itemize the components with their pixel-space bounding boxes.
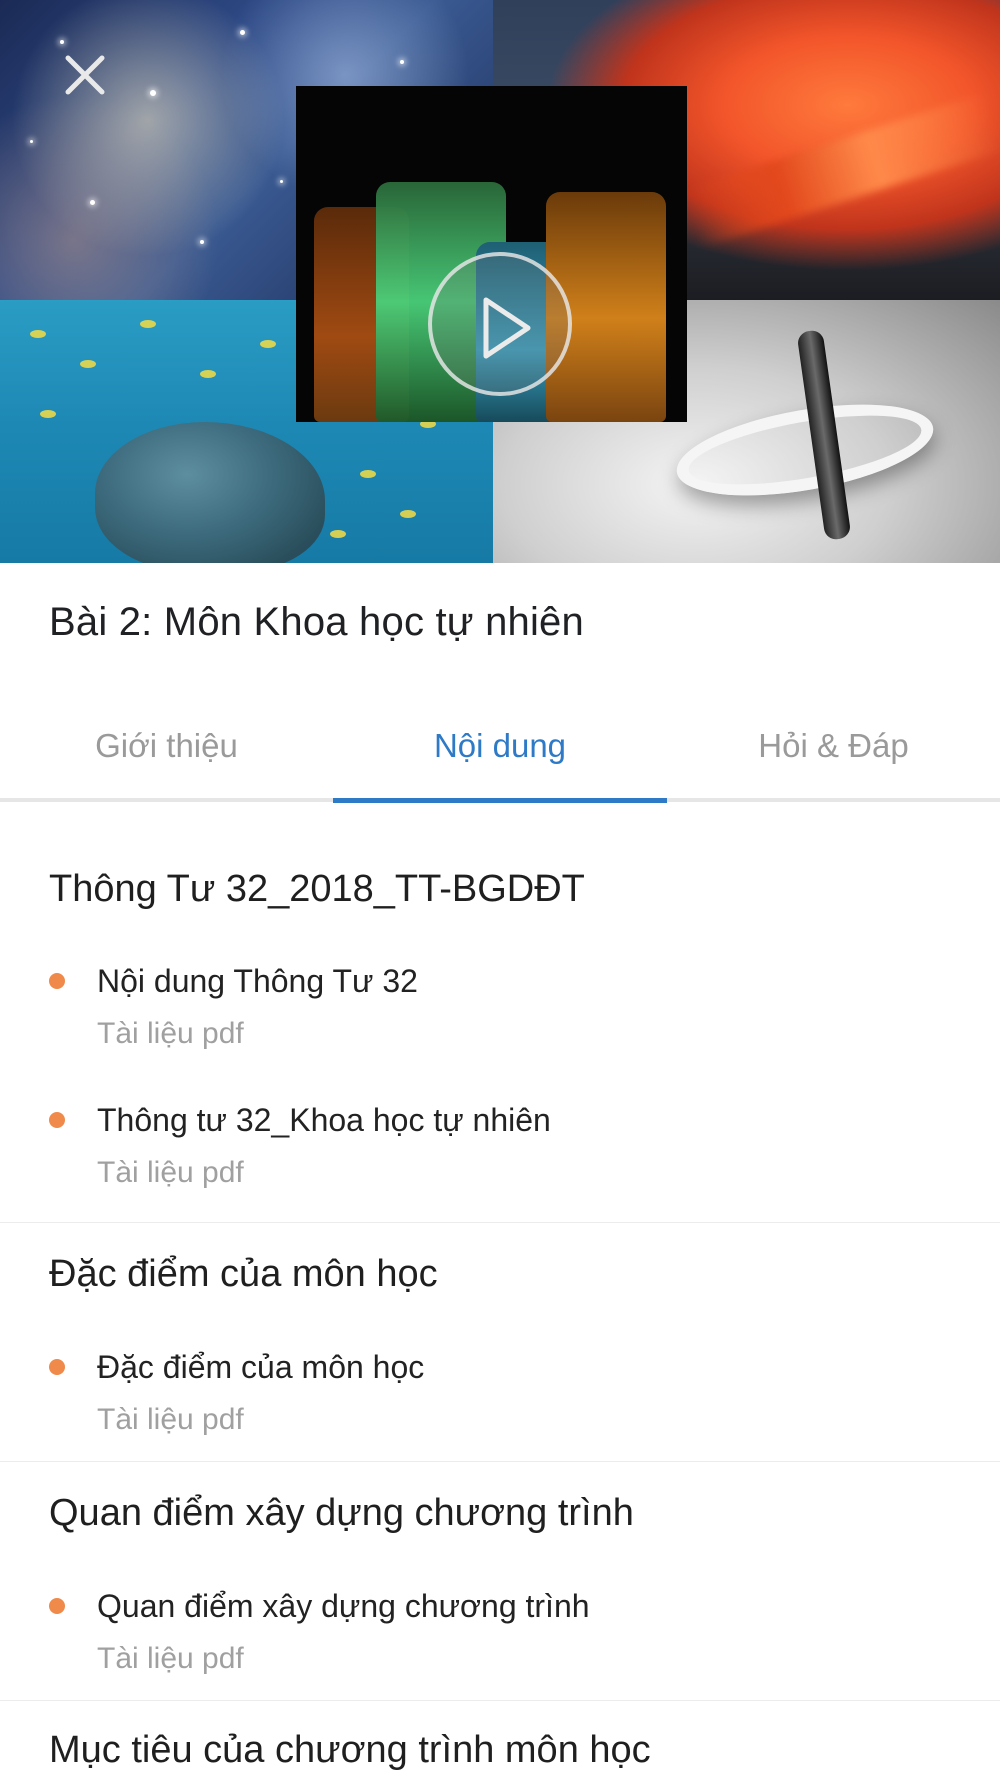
tab-noi-dung[interactable]: Nội dung bbox=[333, 690, 667, 802]
bullet-dot bbox=[49, 973, 65, 989]
tab-hoi-dap[interactable]: Hỏi & Đáp bbox=[667, 690, 1000, 802]
item-type: Tài liệu pdf bbox=[97, 1017, 244, 1050]
list-item[interactable]: Quan điểm xây dựng chương trình Tài liệu… bbox=[0, 1590, 1000, 1674]
section-title: Thông Tư 32_2018_TT-BGDĐT bbox=[49, 868, 585, 910]
tab-gioi-thieu[interactable]: Giới thiệu bbox=[0, 690, 333, 802]
item-title: Quan điểm xây dựng chương trình bbox=[97, 1588, 590, 1624]
bullet-dot bbox=[49, 1359, 65, 1375]
section: Đặc điểm của môn học Đặc điểm của môn họ… bbox=[0, 1223, 1000, 1462]
list-item[interactable]: Nội dung Thông Tư 32 Tài liệu pdf bbox=[0, 965, 1000, 1049]
list-item[interactable]: Đặc điểm của môn học Tài liệu pdf bbox=[0, 1351, 1000, 1435]
close-icon bbox=[65, 55, 105, 95]
play-icon bbox=[483, 297, 531, 359]
content-list: Thông Tư 32_2018_TT-BGDĐT Nội dung Thông… bbox=[0, 806, 1000, 1769]
section-title: Quan điểm xây dựng chương trình bbox=[49, 1492, 634, 1534]
item-type: Tài liệu pdf bbox=[97, 1403, 244, 1436]
item-title: Đặc điểm của môn học bbox=[97, 1349, 425, 1385]
section-title: Đặc điểm của môn học bbox=[49, 1253, 438, 1295]
item-title: Nội dung Thông Tư 32 bbox=[97, 963, 418, 999]
section: Mục tiêu của chương trình môn học bbox=[0, 1701, 1000, 1769]
close-button[interactable] bbox=[60, 50, 110, 100]
section: Quan điểm xây dựng chương trình Quan điể… bbox=[0, 1462, 1000, 1701]
active-tab-indicator bbox=[333, 798, 667, 803]
list-item[interactable]: Thông tư 32_Khoa học tự nhiên Tài liệu p… bbox=[0, 1104, 1000, 1188]
section: Thông Tư 32_2018_TT-BGDĐT Nội dung Thông… bbox=[0, 806, 1000, 1223]
video-player[interactable] bbox=[0, 0, 1000, 563]
section-title: Mục tiêu của chương trình môn học bbox=[49, 1729, 651, 1771]
bullet-dot bbox=[49, 1598, 65, 1614]
tab-bar: Giới thiệu Nội dung Hỏi & Đáp bbox=[0, 690, 1000, 803]
item-type: Tài liệu pdf bbox=[97, 1156, 244, 1189]
bullet-dot bbox=[49, 1112, 65, 1128]
item-type: Tài liệu pdf bbox=[97, 1642, 244, 1675]
lesson-title: Bài 2: Môn Khoa học tự nhiên bbox=[49, 600, 584, 644]
play-button[interactable] bbox=[428, 252, 572, 396]
item-title: Thông tư 32_Khoa học tự nhiên bbox=[97, 1102, 551, 1138]
